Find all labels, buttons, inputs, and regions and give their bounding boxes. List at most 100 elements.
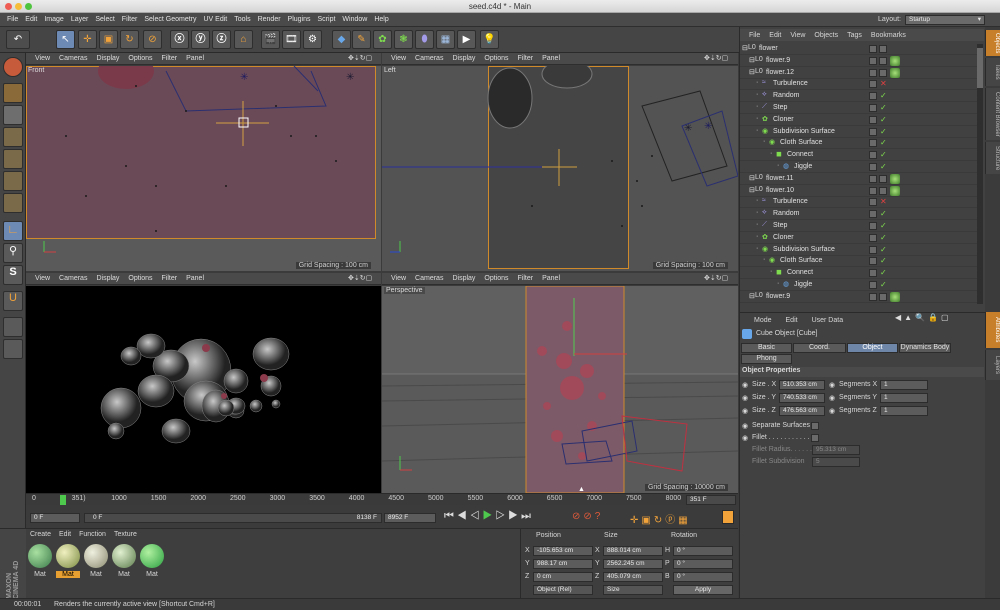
menu-item-render[interactable]: Render xyxy=(258,16,281,23)
texture-mode-icon[interactable] xyxy=(3,105,23,125)
key-mode-icons[interactable]: ✛▣↻ⓟ▦ xyxy=(630,511,691,526)
material-swatch[interactable] xyxy=(84,544,108,568)
points-mode-icon[interactable] xyxy=(3,149,23,169)
object-row[interactable]: · ◍ Jiggle ✓ xyxy=(740,161,978,173)
make-editable-icon[interactable] xyxy=(3,57,23,77)
viewport-menu-options[interactable]: Options xyxy=(484,275,508,282)
playhead[interactable] xyxy=(60,495,66,505)
visibility-toggle[interactable] xyxy=(869,139,877,148)
viewport-render[interactable] xyxy=(26,286,381,493)
viewport-menu-filter[interactable]: Filter xyxy=(162,275,178,282)
viewport-menu-cameras[interactable]: Cameras xyxy=(415,55,443,62)
size-x-field[interactable]: 888.014 cm xyxy=(603,546,663,556)
rotation-p-field[interactable]: 0 ° xyxy=(673,559,733,569)
object-row[interactable]: · ◉ Subdivision Surface ✓ xyxy=(740,126,978,138)
viewport-front[interactable]: ✳ ✳ Front Grid Spacing : 100 cm xyxy=(26,66,381,271)
expand-icon[interactable]: ⊟ xyxy=(749,292,755,300)
material-menu-create[interactable]: Create xyxy=(30,531,51,538)
viewport-nav-icons[interactable]: ✥⇣↻▢ xyxy=(704,274,728,282)
minimize-window-button[interactable] xyxy=(15,3,22,10)
menu-item-script[interactable]: Script xyxy=(318,16,336,23)
size-y-field[interactable]: 2562.245 cm xyxy=(603,559,663,569)
enabled-check-icon[interactable]: ✓ xyxy=(880,221,887,230)
visibility-toggle[interactable] xyxy=(869,115,877,124)
render-toggle[interactable] xyxy=(879,45,887,53)
object-row[interactable]: · ⟡ Random ✓ xyxy=(740,90,978,103)
end-frame-field[interactable]: 8952 F xyxy=(384,513,436,523)
workplane-icon[interactable] xyxy=(3,127,23,147)
enabled-check-icon[interactable]: ✓ xyxy=(880,138,887,147)
viewport-menu-filter[interactable]: Filter xyxy=(518,275,534,282)
viewport-menu-display[interactable]: Display xyxy=(452,275,475,282)
render-toggle[interactable] xyxy=(879,186,887,195)
object-row[interactable]: · ⟡ Random ✓ xyxy=(740,208,978,221)
cube-icon[interactable]: ◆ xyxy=(332,30,351,49)
render-view-icon[interactable]: 🎬 xyxy=(261,30,280,49)
fillet-checkbox[interactable] xyxy=(811,434,819,442)
object-menu-view[interactable]: View xyxy=(790,32,805,39)
viewport-menu-view[interactable]: View xyxy=(391,275,406,282)
expand-icon[interactable]: ⊟ xyxy=(749,174,755,182)
object-row[interactable]: · ◉ Cloth Surface ✓ xyxy=(740,255,978,268)
disabled-x-icon[interactable]: ✕ xyxy=(880,197,887,206)
fillet-subdivision-field[interactable]: 5 xyxy=(812,457,860,467)
object-row[interactable]: ⊟ L0 flower.10 xyxy=(740,185,978,197)
render-toggle[interactable] xyxy=(879,68,887,77)
viewport-menu-display[interactable]: Display xyxy=(452,55,475,62)
render-settings-icon[interactable]: ⚙ xyxy=(303,30,322,49)
object-row[interactable]: · ◉ Subdivision Surface ✓ xyxy=(740,244,978,256)
rotation-h-field[interactable]: 0 ° xyxy=(673,546,733,556)
viewport-menu-options[interactable]: Options xyxy=(128,55,152,62)
viewport-menu-view[interactable]: View xyxy=(35,275,50,282)
viewport-menu-filter[interactable]: Filter xyxy=(162,55,178,62)
menu-item-filter[interactable]: Filter xyxy=(122,16,138,23)
object-scrollbar[interactable] xyxy=(977,44,983,304)
magnet-icon[interactable]: U xyxy=(3,291,23,311)
object-row[interactable]: ⊟ L0 flower.9 xyxy=(740,291,978,303)
expand-icon[interactable]: · xyxy=(770,268,772,275)
timeline-ruler[interactable]: 0 351) 1000 1500 2000 2500 3000 3500 4000 4500 500… xyxy=(26,493,738,505)
menu-item-layer[interactable]: Layer xyxy=(71,16,89,23)
viewport-nav-icons[interactable]: ✥⇣↻▢ xyxy=(348,54,372,62)
enabled-check-icon[interactable]: ✓ xyxy=(880,268,887,277)
menu-item-edit[interactable]: Edit xyxy=(25,16,37,23)
viewport-menu-cameras[interactable]: Cameras xyxy=(415,275,443,282)
visibility-toggle[interactable] xyxy=(869,245,877,254)
position-y-field[interactable]: 988.17 cm xyxy=(533,559,593,569)
expand-icon[interactable]: · xyxy=(763,256,765,263)
segments-y-field[interactable]: 1 xyxy=(880,393,928,403)
object-row[interactable]: ⊟ L0 flower xyxy=(740,43,978,55)
position-z-field[interactable]: 0 cm xyxy=(533,572,593,582)
menu-item-uv-edit[interactable]: UV Edit xyxy=(204,16,228,23)
expand-icon[interactable]: · xyxy=(756,221,758,228)
tweak-mode-icon[interactable]: ⚲ xyxy=(3,243,23,263)
attribute-menu-mode[interactable]: Mode xyxy=(754,317,772,324)
menu-item-tools[interactable]: Tools xyxy=(234,16,250,23)
enabled-check-icon[interactable]: ✓ xyxy=(880,127,887,136)
material-tag-icon[interactable] xyxy=(890,185,900,196)
viewport-menu-options[interactable]: Options xyxy=(484,55,508,62)
start-frame-field[interactable]: 0 F xyxy=(30,513,80,523)
viewport-menu-panel[interactable]: Panel xyxy=(186,55,204,62)
side-tab-takes[interactable]: Takes xyxy=(985,58,1000,86)
expand-icon[interactable]: · xyxy=(763,138,765,145)
material-menu-function[interactable]: Function xyxy=(79,531,106,538)
size-y-field[interactable]: 740.533 cm xyxy=(779,393,825,403)
enabled-check-icon[interactable]: ✓ xyxy=(880,280,887,289)
material-swatch[interactable] xyxy=(112,544,136,568)
viewport-nav-icons[interactable]: ✥⇣↻▢ xyxy=(348,274,372,282)
attribute-menu-user-data[interactable]: User Data xyxy=(812,317,844,324)
current-frame-field[interactable]: 351 F xyxy=(686,495,736,505)
viewport-menu-cameras[interactable]: Cameras xyxy=(59,275,87,282)
visibility-toggle[interactable] xyxy=(869,222,877,230)
enabled-check-icon[interactable]: ✓ xyxy=(880,209,887,218)
grid-icon[interactable] xyxy=(3,339,23,359)
object-row[interactable]: · ⟋ Step ✓ xyxy=(740,220,978,232)
object-row[interactable]: · ◉ Cloth Surface ✓ xyxy=(740,137,978,150)
attribute-menu-edit[interactable]: Edit xyxy=(786,317,798,324)
object-row[interactable]: · ⟋ Step ✓ xyxy=(740,102,978,114)
object-row[interactable]: · ≈ Turbulence ✕ xyxy=(740,78,978,91)
object-row[interactable]: · ◼ Connect ✓ xyxy=(740,267,978,280)
expand-icon[interactable]: · xyxy=(756,91,758,98)
apply-button[interactable]: Apply xyxy=(673,585,733,595)
